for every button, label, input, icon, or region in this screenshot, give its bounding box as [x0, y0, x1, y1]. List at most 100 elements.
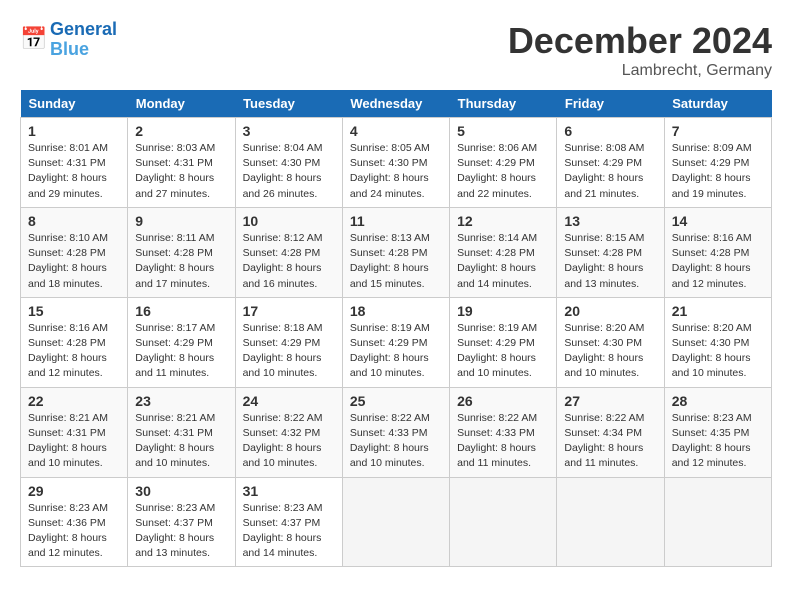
day-number: 18	[350, 303, 442, 319]
day-number: 11	[350, 213, 442, 229]
calendar-cell: 22Sunrise: 8:21 AMSunset: 4:31 PMDayligh…	[21, 387, 128, 477]
calendar-week-row: 8Sunrise: 8:10 AMSunset: 4:28 PMDaylight…	[21, 207, 772, 297]
calendar-cell	[557, 477, 664, 567]
calendar-cell	[664, 477, 771, 567]
day-info: Sunrise: 8:15 AMSunset: 4:28 PMDaylight:…	[564, 231, 656, 292]
day-number: 24	[243, 393, 335, 409]
day-info: Sunrise: 8:14 AMSunset: 4:28 PMDaylight:…	[457, 231, 549, 292]
calendar-cell: 2 Sunrise: 8:03 AMSunset: 4:31 PMDaylight…	[128, 118, 235, 208]
logo-text: GeneralBlue	[50, 20, 117, 60]
column-header-friday: Friday	[557, 90, 664, 118]
day-number: 7	[672, 123, 764, 139]
logo-icon: 📅	[20, 26, 48, 54]
calendar-cell: 17Sunrise: 8:18 AMSunset: 4:29 PMDayligh…	[235, 297, 342, 387]
calendar-cell: 5 Sunrise: 8:06 AMSunset: 4:29 PMDaylight…	[450, 118, 557, 208]
logo: 📅 GeneralBlue	[20, 20, 117, 60]
day-number: 3	[243, 123, 335, 139]
calendar-cell: 7 Sunrise: 8:09 AMSunset: 4:29 PMDaylight…	[664, 118, 771, 208]
calendar-cell: 29 Sunrise: 8:23 AMSunset: 4:36 PMDayligh…	[21, 477, 128, 567]
column-header-monday: Monday	[128, 90, 235, 118]
day-info: Sunrise: 8:08 AMSunset: 4:29 PMDaylight:…	[564, 141, 656, 202]
day-number: 12	[457, 213, 549, 229]
calendar-cell: 3 Sunrise: 8:04 AMSunset: 4:30 PMDaylight…	[235, 118, 342, 208]
day-number: 9	[135, 213, 227, 229]
calendar-cell	[342, 477, 449, 567]
day-info: Sunrise: 8:20 AMSunset: 4:30 PMDaylight:…	[564, 321, 656, 382]
day-number: 19	[457, 303, 549, 319]
calendar-cell: 28Sunrise: 8:23 AMSunset: 4:35 PMDayligh…	[664, 387, 771, 477]
month-title: December 2024	[508, 20, 772, 62]
day-info: Sunrise: 8:22 AMSunset: 4:33 PMDaylight:…	[457, 411, 549, 472]
day-number: 20	[564, 303, 656, 319]
day-info: Sunrise: 8:05 AMSunset: 4:30 PMDaylight:…	[350, 141, 442, 202]
day-info: Sunrise: 8:11 AMSunset: 4:28 PMDaylight:…	[135, 231, 227, 292]
day-info: Sunrise: 8:21 AMSunset: 4:31 PMDaylight:…	[28, 411, 120, 472]
day-number: 30	[135, 483, 227, 499]
day-number: 31	[243, 483, 335, 499]
calendar-cell: 14 Sunrise: 8:16 AMSunset: 4:28 PMDayligh…	[664, 207, 771, 297]
calendar-week-row: 15Sunrise: 8:16 AMSunset: 4:28 PMDayligh…	[21, 297, 772, 387]
day-number: 29	[28, 483, 120, 499]
day-number: 2	[135, 123, 227, 139]
calendar-cell: 25 Sunrise: 8:22 AMSunset: 4:33 PMDayligh…	[342, 387, 449, 477]
day-number: 8	[28, 213, 120, 229]
day-info: Sunrise: 8:19 AMSunset: 4:29 PMDaylight:…	[350, 321, 442, 382]
calendar-cell: 10 Sunrise: 8:12 AMSunset: 4:28 PMDayligh…	[235, 207, 342, 297]
calendar-cell: 30 Sunrise: 8:23 AMSunset: 4:37 PMDayligh…	[128, 477, 235, 567]
calendar-cell: 21Sunrise: 8:20 AMSunset: 4:30 PMDayligh…	[664, 297, 771, 387]
day-number: 5	[457, 123, 549, 139]
day-number: 16	[135, 303, 227, 319]
day-number: 17	[243, 303, 335, 319]
day-number: 14	[672, 213, 764, 229]
calendar-cell: 23Sunrise: 8:21 AMSunset: 4:31 PMDayligh…	[128, 387, 235, 477]
day-info: Sunrise: 8:23 AMSunset: 4:37 PMDaylight:…	[135, 501, 227, 562]
calendar-cell: 12 Sunrise: 8:14 AMSunset: 4:28 PMDayligh…	[450, 207, 557, 297]
calendar-cell	[450, 477, 557, 567]
svg-text:📅: 📅	[20, 26, 47, 51]
calendar-cell: 9 Sunrise: 8:11 AMSunset: 4:28 PMDaylight…	[128, 207, 235, 297]
calendar-header-row: SundayMondayTuesdayWednesdayThursdayFrid…	[21, 90, 772, 118]
day-info: Sunrise: 8:06 AMSunset: 4:29 PMDaylight:…	[457, 141, 549, 202]
calendar-cell: 27Sunrise: 8:22 AMSunset: 4:34 PMDayligh…	[557, 387, 664, 477]
day-info: Sunrise: 8:17 AMSunset: 4:29 PMDaylight:…	[135, 321, 227, 382]
calendar-cell: 16 Sunrise: 8:17 AMSunset: 4:29 PMDayligh…	[128, 297, 235, 387]
column-header-tuesday: Tuesday	[235, 90, 342, 118]
calendar-cell: 18 Sunrise: 8:19 AMSunset: 4:29 PMDayligh…	[342, 297, 449, 387]
day-number: 15	[28, 303, 120, 319]
day-info: Sunrise: 8:22 AMSunset: 4:32 PMDaylight:…	[243, 411, 335, 472]
day-number: 10	[243, 213, 335, 229]
day-info: Sunrise: 8:03 AMSunset: 4:31 PMDaylight:…	[135, 141, 227, 202]
day-info: Sunrise: 8:01 AMSunset: 4:31 PMDaylight:…	[28, 141, 120, 202]
day-info: Sunrise: 8:16 AMSunset: 4:28 PMDaylight:…	[672, 231, 764, 292]
day-info: Sunrise: 8:13 AMSunset: 4:28 PMDaylight:…	[350, 231, 442, 292]
day-number: 23	[135, 393, 227, 409]
location: Lambrecht, Germany	[508, 62, 772, 80]
calendar-week-row: 1 Sunrise: 8:01 AMSunset: 4:31 PMDaylight…	[21, 118, 772, 208]
calendar-table: SundayMondayTuesdayWednesdayThursdayFrid…	[20, 90, 772, 567]
calendar-cell: 1 Sunrise: 8:01 AMSunset: 4:31 PMDaylight…	[21, 118, 128, 208]
calendar-cell: 24 Sunrise: 8:22 AMSunset: 4:32 PMDayligh…	[235, 387, 342, 477]
day-number: 21	[672, 303, 764, 319]
day-info: Sunrise: 8:23 AMSunset: 4:36 PMDaylight:…	[28, 501, 120, 562]
calendar-cell: 8Sunrise: 8:10 AMSunset: 4:28 PMDaylight…	[21, 207, 128, 297]
day-number: 25	[350, 393, 442, 409]
calendar-cell: 11 Sunrise: 8:13 AMSunset: 4:28 PMDayligh…	[342, 207, 449, 297]
calendar-cell: 6Sunrise: 8:08 AMSunset: 4:29 PMDaylight…	[557, 118, 664, 208]
column-header-sunday: Sunday	[21, 90, 128, 118]
calendar-cell: 15Sunrise: 8:16 AMSunset: 4:28 PMDayligh…	[21, 297, 128, 387]
day-info: Sunrise: 8:19 AMSunset: 4:29 PMDaylight:…	[457, 321, 549, 382]
day-info: Sunrise: 8:23 AMSunset: 4:37 PMDaylight:…	[243, 501, 335, 562]
calendar-week-row: 29 Sunrise: 8:23 AMSunset: 4:36 PMDayligh…	[21, 477, 772, 567]
day-info: Sunrise: 8:04 AMSunset: 4:30 PMDaylight:…	[243, 141, 335, 202]
calendar-cell: 31 Sunrise: 8:23 AMSunset: 4:37 PMDayligh…	[235, 477, 342, 567]
day-info: Sunrise: 8:22 AMSunset: 4:34 PMDaylight:…	[564, 411, 656, 472]
day-info: Sunrise: 8:23 AMSunset: 4:35 PMDaylight:…	[672, 411, 764, 472]
day-info: Sunrise: 8:12 AMSunset: 4:28 PMDaylight:…	[243, 231, 335, 292]
calendar-cell: 20 Sunrise: 8:20 AMSunset: 4:30 PMDayligh…	[557, 297, 664, 387]
day-number: 1	[28, 123, 120, 139]
day-info: Sunrise: 8:09 AMSunset: 4:29 PMDaylight:…	[672, 141, 764, 202]
day-info: Sunrise: 8:22 AMSunset: 4:33 PMDaylight:…	[350, 411, 442, 472]
day-number: 26	[457, 393, 549, 409]
day-number: 4	[350, 123, 442, 139]
calendar-cell: 19 Sunrise: 8:19 AMSunset: 4:29 PMDayligh…	[450, 297, 557, 387]
